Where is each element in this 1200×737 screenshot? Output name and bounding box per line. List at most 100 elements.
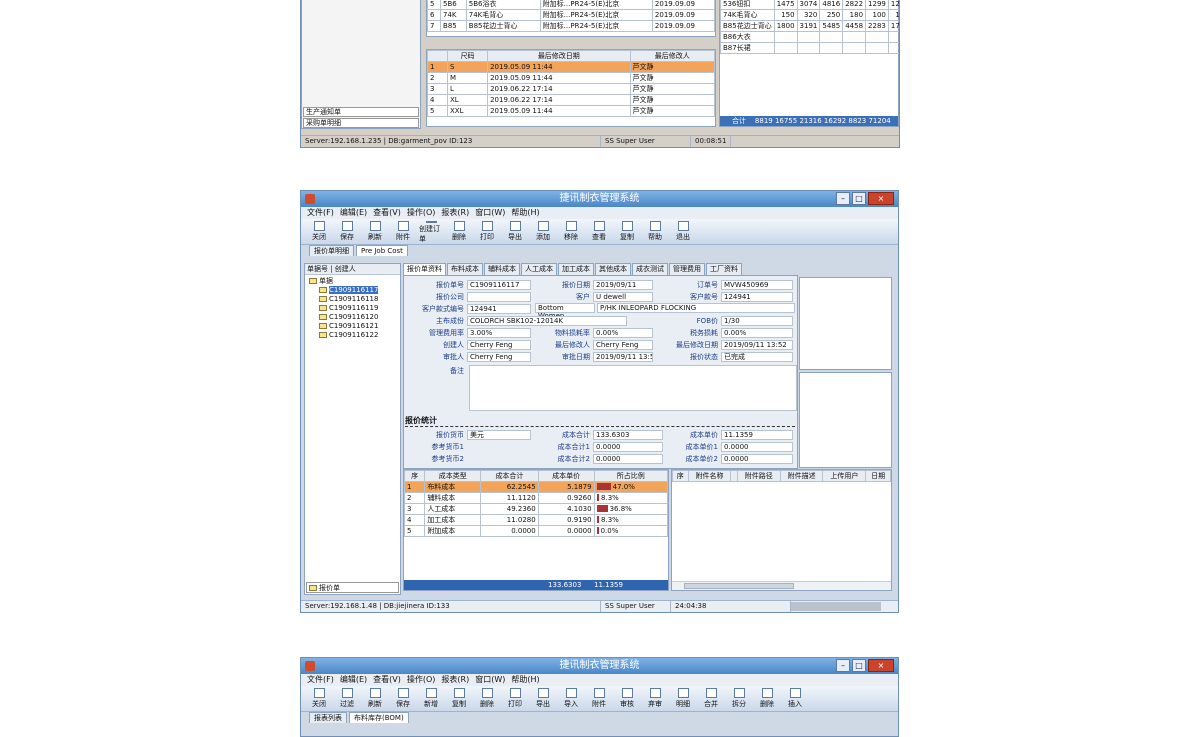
customer-no-field-value[interactable]: 124941 bbox=[721, 291, 793, 302]
fob-field-value[interactable]: 1/30 bbox=[721, 315, 793, 326]
toolbar-button[interactable]: 删除 bbox=[475, 688, 499, 709]
tree-item[interactable]: C1909116119 bbox=[309, 304, 396, 313]
menu-item[interactable]: 报表(R) bbox=[441, 674, 469, 686]
column-header[interactable]: 上传用户 bbox=[822, 470, 867, 482]
form-tab[interactable]: 加工成本 bbox=[558, 263, 594, 275]
toolbar-button[interactable]: 拆分 bbox=[727, 688, 751, 709]
table-row[interactable]: 536钮扣1475307448162822129912300 bbox=[720, 0, 899, 10]
table-row[interactable]: 6 74K 74K毛背心 附加标...PR24-5(E)北京 2019.09.09 bbox=[426, 9, 716, 21]
table-row[interactable]: 2 辅料成本 11.1120 0.9260 8.3% bbox=[403, 492, 669, 504]
form-tab[interactable]: 辅料成本 bbox=[484, 263, 520, 275]
tree-item[interactable]: C1909116117 bbox=[309, 286, 396, 295]
toolbar-button[interactable]: 删除 bbox=[447, 221, 471, 242]
minimize-button[interactable]: – bbox=[836, 192, 850, 205]
toolbar-button[interactable]: 导出 bbox=[531, 688, 555, 709]
toolbar-button[interactable]: 关闭 bbox=[307, 221, 331, 242]
table-row[interactable]: 3 L 2019.06.22 17:14 芦文静 bbox=[427, 83, 716, 95]
column-header[interactable]: 最后修改日期 bbox=[487, 50, 631, 62]
maximize-button[interactable]: □ bbox=[852, 659, 866, 672]
toolbar-button[interactable]: 复制 bbox=[447, 688, 471, 709]
toolbar-button[interactable]: 复制 bbox=[615, 221, 639, 242]
remark-box[interactable] bbox=[469, 365, 797, 411]
table-row[interactable]: 2 M 2019.05.09 11:44 芦文静 bbox=[427, 72, 716, 84]
toolbar-button[interactable]: 打印 bbox=[503, 688, 527, 709]
table-row[interactable]: 4 加工成本 11.0280 0.9190 8.3% bbox=[403, 514, 669, 526]
moddate-field-value[interactable]: 2019/09/11 13:52 bbox=[721, 339, 793, 350]
tab-fabric-stock[interactable]: 布料库存(BOM) bbox=[349, 712, 409, 723]
quote-status-field-value[interactable]: 已完成 bbox=[721, 351, 793, 362]
menu-item[interactable]: 文件(F) bbox=[307, 674, 334, 686]
toolbar-button[interactable]: 退出 bbox=[671, 221, 695, 242]
table-row[interactable]: 7 B85 B85花边士背心 附加标...PR24-5(E)北京 2019.09.09 bbox=[426, 20, 716, 32]
column-header[interactable]: 附件名称 bbox=[687, 470, 732, 482]
form-tab[interactable]: 布料成本 bbox=[447, 263, 483, 275]
table-row[interactable]: 5 5B6 5B6浴衣 附加标...PR24-5(E)北京 2019.09.09 bbox=[426, 0, 716, 10]
top-side-item-2[interactable]: 采购单明细 bbox=[303, 118, 419, 128]
currency-field-value[interactable]: 美元 bbox=[467, 429, 531, 440]
column-header[interactable]: 成本类型 bbox=[424, 470, 482, 482]
column-header[interactable]: 成本合计 bbox=[480, 470, 539, 482]
menu-item[interactable]: 编辑(E) bbox=[340, 674, 367, 686]
table-row[interactable]: B85花边士背心1800319154854458228317256 bbox=[720, 20, 899, 32]
column-header[interactable]: 尺码 bbox=[446, 50, 489, 62]
tree-root[interactable]: 单据 bbox=[309, 277, 396, 286]
toolbar-button[interactable]: 过滤 bbox=[335, 688, 359, 709]
column-header[interactable]: 所占比例 bbox=[593, 470, 669, 482]
mgmt-rate-field-value[interactable]: 3.00% bbox=[467, 327, 531, 338]
close-button[interactable]: × bbox=[868, 659, 894, 672]
tab-pre-job-cost[interactable]: Pre Job Cost bbox=[356, 245, 408, 256]
table-row[interactable]: 3 人工成本 49.2360 4.1030 36.8% bbox=[403, 503, 669, 515]
toolbar-button[interactable]: 关闭 bbox=[307, 688, 331, 709]
column-header[interactable]: 日期 bbox=[865, 470, 891, 482]
unit-cost-field-value[interactable]: 11.1359 bbox=[721, 429, 793, 440]
toolbar-button[interactable]: 新增 bbox=[419, 688, 443, 709]
menu-item[interactable]: 操作(O) bbox=[407, 674, 436, 686]
form-tab[interactable]: 成衣测试 bbox=[632, 263, 668, 275]
menu-item[interactable]: 报表(R) bbox=[441, 207, 469, 219]
menu-item[interactable]: 文件(F) bbox=[307, 207, 334, 219]
toolbar-button[interactable]: 刷新 bbox=[363, 221, 387, 242]
toolbar-button[interactable]: 附件 bbox=[587, 688, 611, 709]
scrollbar-thumb[interactable] bbox=[684, 583, 794, 589]
style-field-value[interactable]: 124941 bbox=[467, 303, 531, 314]
toolbar-button[interactable]: 添加 bbox=[531, 221, 555, 242]
menu-item[interactable]: 帮助(H) bbox=[511, 207, 539, 219]
maximize-button[interactable]: □ bbox=[852, 192, 866, 205]
toolbar-button[interactable]: 导入 bbox=[559, 688, 583, 709]
cost-total-field-value[interactable]: 133.6303 bbox=[593, 429, 663, 440]
table-row[interactable]: 74K毛背心1503202501801001000 bbox=[720, 9, 899, 21]
tab-report-list[interactable]: 报表列表 bbox=[309, 712, 347, 723]
toolbar-button[interactable]: 保存 bbox=[335, 221, 359, 242]
form-tab[interactable]: 报价单资料 bbox=[403, 263, 446, 275]
menu-item[interactable]: 窗口(W) bbox=[475, 207, 505, 219]
tree-item[interactable]: C1909116118 bbox=[309, 295, 396, 304]
loss-rate-field-value[interactable]: 0.00% bbox=[593, 327, 653, 338]
unit-cost1-field-value[interactable]: 0.0000 bbox=[721, 441, 793, 452]
tax-rate-field-value[interactable]: 0.00% bbox=[721, 327, 793, 338]
table-row[interactable]: B87长裙 0 bbox=[720, 42, 899, 54]
menu-item[interactable]: 查看(V) bbox=[373, 674, 401, 686]
tree-item[interactable]: C1909116122 bbox=[309, 331, 396, 340]
fabric-field-value[interactable]: COLORCH SBK102-12014K bbox=[467, 315, 627, 326]
toolbar-button[interactable]: 弃审 bbox=[643, 688, 667, 709]
table-row[interactable]: 1 布料成本 62.2545 5.1879 47.0% bbox=[403, 481, 669, 493]
cost-total2-field-value[interactable]: 0.0000 bbox=[593, 453, 663, 464]
column-header[interactable]: 序 bbox=[403, 470, 426, 482]
tree-item[interactable]: C1909116120 bbox=[309, 313, 396, 322]
style-desc[interactable]: Bottom Women bbox=[535, 303, 595, 320]
tree-item[interactable]: C1909116121 bbox=[309, 322, 396, 331]
order-field-value[interactable]: MVW450969 bbox=[721, 279, 793, 290]
toolbar-button[interactable]: 帮助 bbox=[643, 221, 667, 242]
horizontal-scrollbar[interactable] bbox=[672, 581, 891, 590]
table-row[interactable]: 5 XXL 2019.05.09 11:44 芦文静 bbox=[427, 105, 716, 117]
approve-date-field-value[interactable]: 2019/09/11 13:52 bbox=[593, 351, 653, 362]
form-tab[interactable]: 工厂资料 bbox=[706, 263, 742, 275]
cost-total1-field-value[interactable]: 0.0000 bbox=[593, 441, 663, 452]
form-tab[interactable]: 管理费用 bbox=[669, 263, 705, 275]
style-desc2[interactable]: P/HK INLEOPARD FLOCKING bbox=[597, 303, 795, 313]
column-header[interactable]: 序 bbox=[672, 470, 689, 482]
toolbar-button[interactable]: 保存 bbox=[391, 688, 415, 709]
company-field-value[interactable] bbox=[467, 291, 531, 302]
toolbar-button[interactable]: 附件 bbox=[391, 221, 415, 242]
toolbar-button[interactable]: 明细 bbox=[671, 688, 695, 709]
